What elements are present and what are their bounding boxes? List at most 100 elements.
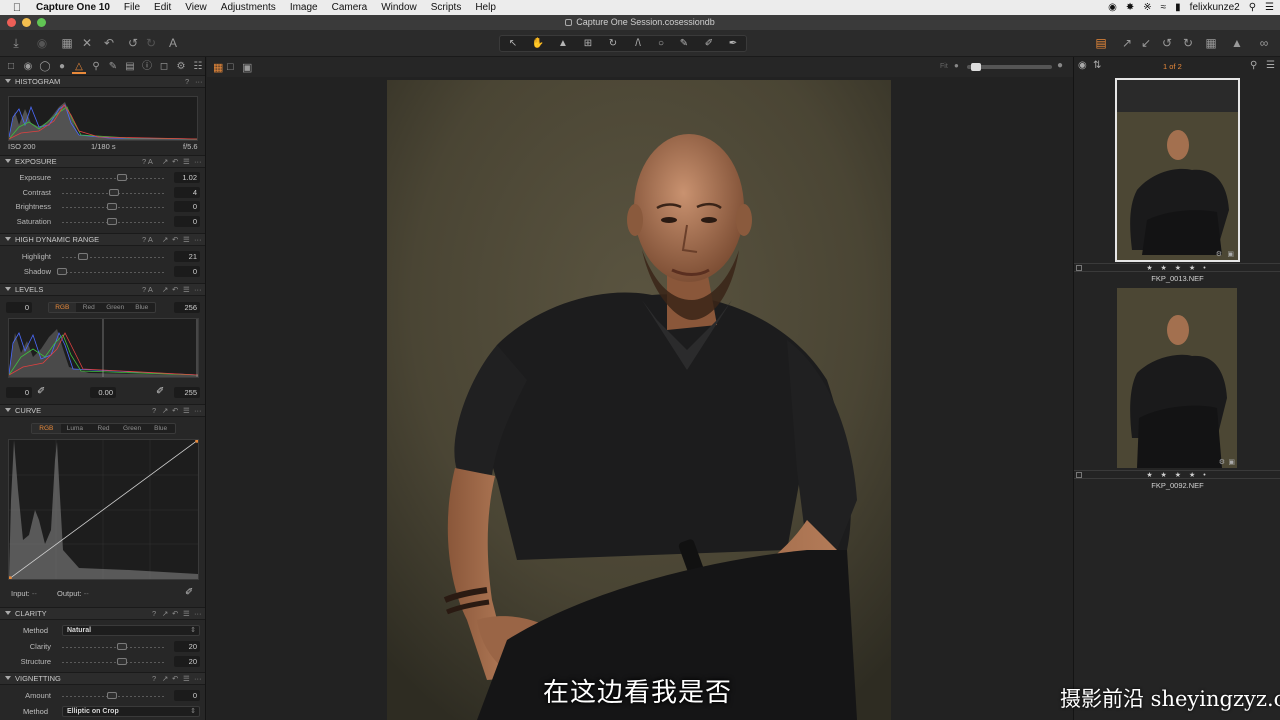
- loupe-icon[interactable]: ▲: [552, 36, 574, 51]
- batch-tab-icon[interactable]: ◻: [157, 59, 171, 74]
- details-tab-icon[interactable]: ⚲: [89, 59, 103, 74]
- curve-channel-red[interactable]: Red: [89, 424, 118, 433]
- clarity-slider-knob[interactable]: [117, 643, 127, 650]
- pan-hand-icon[interactable]: ✋: [527, 36, 549, 51]
- black-point-picker-icon[interactable]: ✐: [37, 386, 45, 397]
- output-tab-icon[interactable]: ▤: [123, 59, 137, 74]
- text-tool-icon[interactable]: A: [165, 36, 181, 51]
- help-icon[interactable]: ? A: [142, 234, 153, 245]
- exposure-header[interactable]: EXPOSURE ? A ↗ ↶ ☰ ···: [0, 155, 205, 168]
- shadow-slider-knob[interactable]: [57, 268, 67, 275]
- minimize-window-button[interactable]: [22, 18, 31, 27]
- notification-center-icon[interactable]: ☰: [1265, 2, 1274, 13]
- reset-icon[interactable]: ↶: [172, 156, 178, 167]
- panel-menu-icon[interactable]: ···: [194, 608, 202, 619]
- highlight-value-field[interactable]: 21: [174, 251, 200, 262]
- lens-tab-icon[interactable]: ◯: [38, 59, 52, 74]
- primary-view-icon[interactable]: ▣: [242, 61, 252, 74]
- image-viewer[interactable]: [207, 77, 1073, 720]
- color-picker-icon[interactable]: ✐: [698, 36, 720, 51]
- brightness-slider-knob[interactable]: [107, 203, 117, 210]
- levels-output-low[interactable]: 0: [6, 387, 32, 398]
- process-icon[interactable]: ▦: [59, 36, 75, 51]
- menu-edit[interactable]: Edit: [147, 2, 178, 13]
- brush-icon[interactable]: ✎: [673, 36, 695, 51]
- settings-tab-icon[interactable]: ⚙: [174, 59, 188, 74]
- exposure-slider-knob[interactable]: [117, 174, 127, 181]
- import-icon[interactable]: ⤓: [8, 36, 24, 51]
- exposure-warning-icon[interactable]: ▲: [1229, 36, 1245, 51]
- help-icon[interactable]: ?: [152, 608, 156, 619]
- copy-apply-icon[interactable]: ↗: [162, 673, 168, 684]
- levels-midpoint[interactable]: 0.00: [90, 387, 116, 398]
- record-icon[interactable]: ◉: [1108, 2, 1117, 13]
- menu-scripts[interactable]: Scripts: [424, 2, 469, 13]
- styles-tab-icon[interactable]: ☷: [191, 59, 205, 74]
- panel-menu-icon[interactable]: ···: [195, 76, 203, 87]
- presets-icon[interactable]: ☰: [183, 405, 190, 416]
- help-icon[interactable]: ?: [185, 76, 189, 87]
- zoom-slider-knob[interactable]: [971, 63, 981, 71]
- white-balance-picker-icon[interactable]: ✒: [722, 36, 744, 51]
- spotlight-icon[interactable]: ⚲: [1249, 2, 1256, 13]
- rotate-left-icon[interactable]: ↺: [1159, 36, 1175, 51]
- spot-removal-icon[interactable]: ○: [650, 36, 672, 51]
- panel-menu-icon[interactable]: ···: [194, 234, 202, 245]
- help-icon[interactable]: ? A: [142, 284, 153, 295]
- exposure-tab-icon[interactable]: △: [72, 59, 86, 74]
- vignetting-method-dropdown[interactable]: Elliptic on Crop ⇕: [62, 706, 200, 717]
- metadata-tab-icon[interactable]: ⓘ: [140, 59, 154, 74]
- camera-icon[interactable]: ◉: [34, 36, 50, 51]
- undo-icon[interactable]: ↶: [101, 36, 117, 51]
- presets-icon[interactable]: ☰: [183, 234, 190, 245]
- clarity-value-field[interactable]: 20: [174, 641, 200, 652]
- levels-output-high[interactable]: 255: [174, 387, 200, 398]
- delete-icon[interactable]: ✕: [79, 36, 95, 51]
- curve-graph[interactable]: [8, 439, 199, 580]
- brightness-value-field[interactable]: 0: [174, 201, 200, 212]
- username[interactable]: felixkunze2: [1190, 2, 1240, 13]
- contrast-value-field[interactable]: 4: [174, 187, 200, 198]
- clarity-header[interactable]: CLARITY ? ↗ ↶ ☰ ···: [0, 607, 205, 620]
- saturation-slider-knob[interactable]: [107, 218, 117, 225]
- battery-icon[interactable]: ▮: [1175, 2, 1181, 13]
- panel-menu-icon[interactable]: ···: [194, 284, 202, 295]
- apple-menu-icon[interactable]: : [0, 2, 34, 14]
- presets-icon[interactable]: ☰: [183, 608, 190, 619]
- extension-icon[interactable]: ✸: [1126, 2, 1134, 13]
- crop-icon[interactable]: ⊞: [577, 36, 599, 51]
- menu-app-name[interactable]: Capture One 10: [34, 2, 117, 13]
- copy-apply-icon[interactable]: ↗: [162, 284, 168, 295]
- thumbnail-2[interactable]: ⚙ ▣: [1117, 288, 1237, 468]
- reset-icon[interactable]: ↶: [172, 673, 178, 684]
- levels-histogram[interactable]: [8, 318, 199, 378]
- grid-icon[interactable]: ▦: [1203, 36, 1219, 51]
- reset-icon[interactable]: ↶: [172, 284, 178, 295]
- vignetting-header[interactable]: VIGNETTING ? ↗ ↶ ☰ ···: [0, 672, 205, 685]
- exposure-slider-track[interactable]: [62, 178, 165, 179]
- color-tab-icon[interactable]: ●: [55, 59, 69, 74]
- hdr-header[interactable]: HIGH DYNAMIC RANGE ? A ↗ ↶ ☰ ···: [0, 233, 205, 246]
- levels-channel-red[interactable]: Red: [76, 303, 103, 312]
- rotate-icon[interactable]: ↻: [602, 36, 624, 51]
- help-icon[interactable]: ? A: [142, 156, 153, 167]
- apply-adjustments-icon[interactable]: ↙: [1138, 36, 1154, 51]
- panel-menu-icon[interactable]: ···: [194, 156, 202, 167]
- copy-apply-icon[interactable]: ↗: [162, 608, 168, 619]
- rotate-right-icon[interactable]: ↻: [1180, 36, 1196, 51]
- panel-menu-icon[interactable]: ···: [194, 673, 202, 684]
- levels-header[interactable]: LEVELS ? A ↗ ↶ ☰ ···: [0, 283, 205, 296]
- shadow-slider-track[interactable]: [62, 272, 165, 273]
- exposure-value-field[interactable]: 1.02: [174, 172, 200, 183]
- clarity-method-dropdown[interactable]: Natural ⇕: [62, 625, 200, 636]
- local-adjustments-tab-icon[interactable]: ✎: [106, 59, 120, 74]
- undo-alt-icon[interactable]: ↺: [125, 36, 141, 51]
- white-point-picker-icon[interactable]: ✐: [156, 386, 164, 397]
- wifi-icon[interactable]: ≈: [1161, 2, 1167, 13]
- search-icon[interactable]: ⚲: [1250, 60, 1257, 71]
- menu-help[interactable]: Help: [468, 2, 503, 13]
- single-view-icon[interactable]: □: [227, 61, 234, 73]
- bluetooth-icon[interactable]: ※: [1143, 2, 1151, 13]
- curve-channel-blue[interactable]: Blue: [146, 424, 175, 433]
- copy-adjustments-icon[interactable]: ↗: [1119, 36, 1135, 51]
